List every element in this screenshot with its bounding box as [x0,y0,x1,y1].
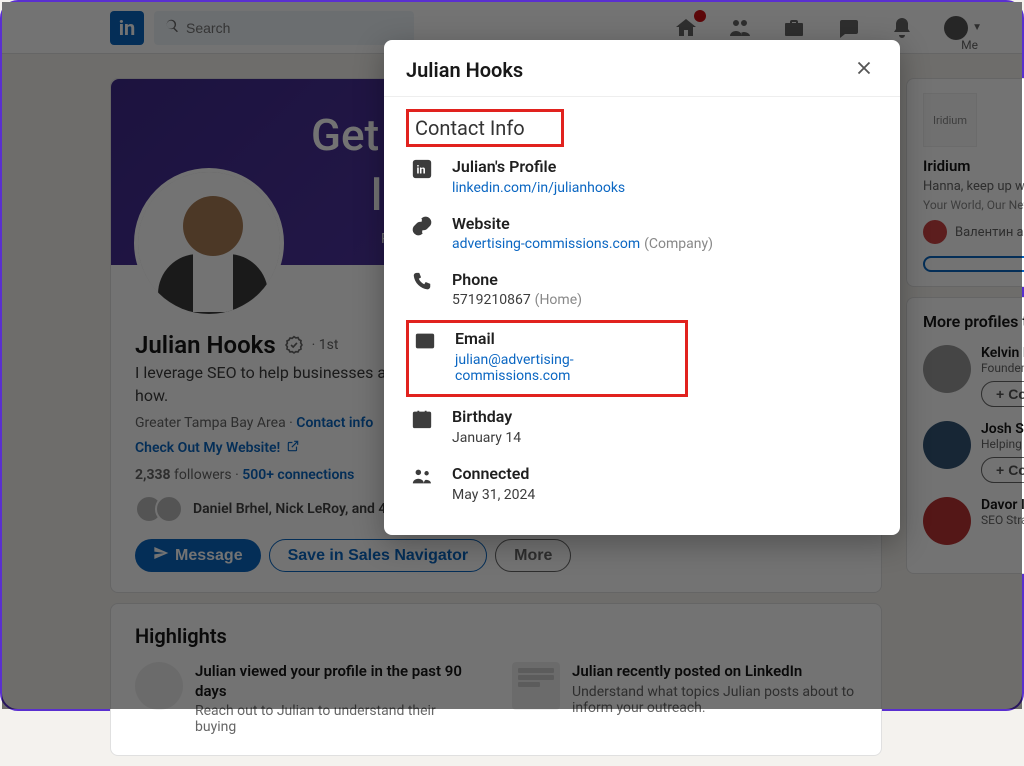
contact-info-heading: Contact Info [406,109,564,147]
info-row-connected: Connected May 31, 2024 [406,454,878,511]
close-button[interactable] [850,56,878,84]
link-icon [410,214,434,238]
profile-link[interactable]: linkedin.com/in/julianhooks [452,180,625,196]
people-icon [410,464,434,488]
website-link[interactable]: advertising-commissions.com [452,236,640,252]
info-row-profile: in Julian's Profile linkedin.com/in/juli… [406,147,878,204]
info-row-email: Email julian@advertising-commissions.com [406,320,688,397]
linkedin-icon: in [410,157,434,181]
birthday-label: Birthday [452,407,521,426]
calendar-icon [410,407,434,431]
modal-title: Julian Hooks [406,58,523,82]
website-suffix: (Company) [644,236,713,252]
website-label: Website [452,214,713,233]
phone-suffix: (Home) [535,292,582,308]
close-icon [853,57,875,83]
connected-label: Connected [452,464,535,483]
connected-text: May 31, 2024 [452,487,535,503]
email-label: Email [455,329,675,348]
info-row-birthday: Birthday January 14 [406,397,878,454]
info-row-phone: Phone 5719210867 (Home) [406,260,878,316]
info-row-website: Website advertising-commissions.com (Com… [406,204,878,260]
phone-icon [410,270,434,294]
contact-info-modal: Julian Hooks Contact Info in Julian's Pr… [384,40,900,535]
phone-number: 5719210867 [452,292,531,308]
email-icon [413,329,437,353]
email-link[interactable]: julian@advertising-commissions.com [455,352,675,384]
profile-label: Julian's Profile [452,157,625,176]
phone-label: Phone [452,270,582,289]
svg-text:in: in [417,164,426,177]
birthday-text: January 14 [452,430,521,446]
